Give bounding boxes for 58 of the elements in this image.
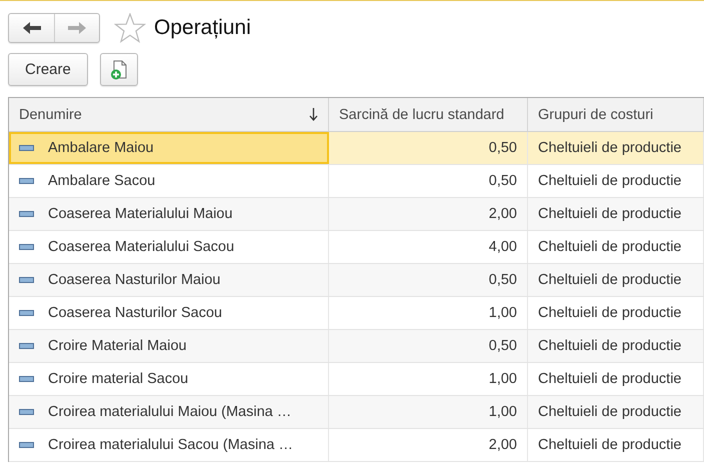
table-cell: Cheltuieli de productie bbox=[528, 363, 704, 395]
table-cell: Croirea materialului Sacou (Masina … bbox=[48, 437, 293, 453]
item-icon bbox=[19, 409, 34, 415]
arrow-right-icon bbox=[68, 22, 86, 34]
table-cell: 0,50 bbox=[329, 264, 528, 296]
table-cell: Croire Material Maiou bbox=[48, 338, 187, 354]
table-cell: Ambalare Maiou bbox=[48, 140, 154, 156]
table-row[interactable]: Croirea materialului Maiou (Masina … 1,00 Cheltuieli de productie bbox=[9, 396, 704, 429]
table-cell: Coaserea Materialului Sacou bbox=[48, 239, 234, 255]
table-row[interactable]: Coaserea Materialului Maiou 2,00 Cheltuieli de productie bbox=[9, 198, 704, 231]
table-row[interactable]: Ambalare Maiou 0,50 Cheltuieli de productie bbox=[9, 132, 704, 165]
table-cell: Cheltuieli de productie bbox=[528, 198, 704, 230]
table-cell: 1,00 bbox=[329, 297, 528, 329]
table-cell: 0,50 bbox=[329, 330, 528, 362]
table-cell: 1,00 bbox=[329, 396, 528, 428]
document-add-icon bbox=[110, 60, 128, 80]
table-cell: Cheltuieli de productie bbox=[528, 429, 704, 461]
table-cell: 0,50 bbox=[329, 132, 528, 164]
table-cell: Croirea materialului Maiou (Masina … bbox=[48, 404, 292, 420]
table-cell: Cheltuieli de productie bbox=[528, 231, 704, 263]
star-icon[interactable] bbox=[114, 13, 146, 43]
item-icon bbox=[19, 145, 34, 151]
column-label: Denumire bbox=[19, 106, 83, 122]
table-row[interactable]: Croire Material Maiou 0,50 Cheltuieli de productie bbox=[9, 330, 704, 363]
table-cell: Cheltuieli de productie bbox=[528, 132, 704, 164]
table-cell: Coaserea Nasturilor Maiou bbox=[48, 272, 220, 288]
column-header[interactable]: Sarcină de lucru standard bbox=[329, 98, 528, 131]
item-icon bbox=[19, 211, 34, 217]
column-header[interactable]: Grupuri de costuri bbox=[528, 98, 704, 131]
table-row[interactable]: Coaserea Nasturilor Maiou 0,50 Cheltuieli de productie bbox=[9, 264, 704, 297]
item-icon bbox=[19, 376, 34, 382]
item-icon bbox=[19, 244, 34, 250]
table-cell: 2,00 bbox=[329, 429, 528, 461]
table-cell: Cheltuieli de productie bbox=[528, 330, 704, 362]
table-cell: 1,00 bbox=[329, 363, 528, 395]
table-cell: 2,00 bbox=[329, 198, 528, 230]
table-cell: Croire material Sacou bbox=[48, 371, 188, 387]
sort-arrow-icon[interactable] bbox=[309, 108, 318, 121]
item-icon bbox=[19, 310, 34, 316]
table-cell: Cheltuieli de productie bbox=[528, 297, 704, 329]
add-document-button[interactable] bbox=[100, 53, 138, 86]
table-cell: Coaserea Materialului Maiou bbox=[48, 206, 233, 222]
table-cell: Cheltuieli de productie bbox=[528, 165, 704, 197]
create-button[interactable]: Creare bbox=[8, 53, 88, 86]
table-cell: 0,50 bbox=[329, 165, 528, 197]
table-cell: 4,00 bbox=[329, 231, 528, 263]
arrow-left-icon bbox=[22, 22, 40, 34]
table-row[interactable]: Croirea materialului Sacou (Masina … 2,00 Cheltuieli de productie bbox=[9, 429, 704, 462]
item-icon bbox=[19, 442, 34, 448]
table-cell: Ambalare Sacou bbox=[48, 173, 156, 189]
table-cell: Cheltuieli de productie bbox=[528, 396, 704, 428]
item-icon bbox=[19, 178, 34, 184]
page-title: Operațiuni bbox=[154, 16, 251, 40]
table-cell: Cheltuieli de productie bbox=[528, 264, 704, 296]
table-cell: Coaserea Nasturilor Sacou bbox=[48, 305, 222, 321]
item-icon bbox=[19, 343, 34, 349]
item-icon bbox=[19, 277, 34, 283]
column-header[interactable]: Denumire bbox=[9, 98, 329, 131]
